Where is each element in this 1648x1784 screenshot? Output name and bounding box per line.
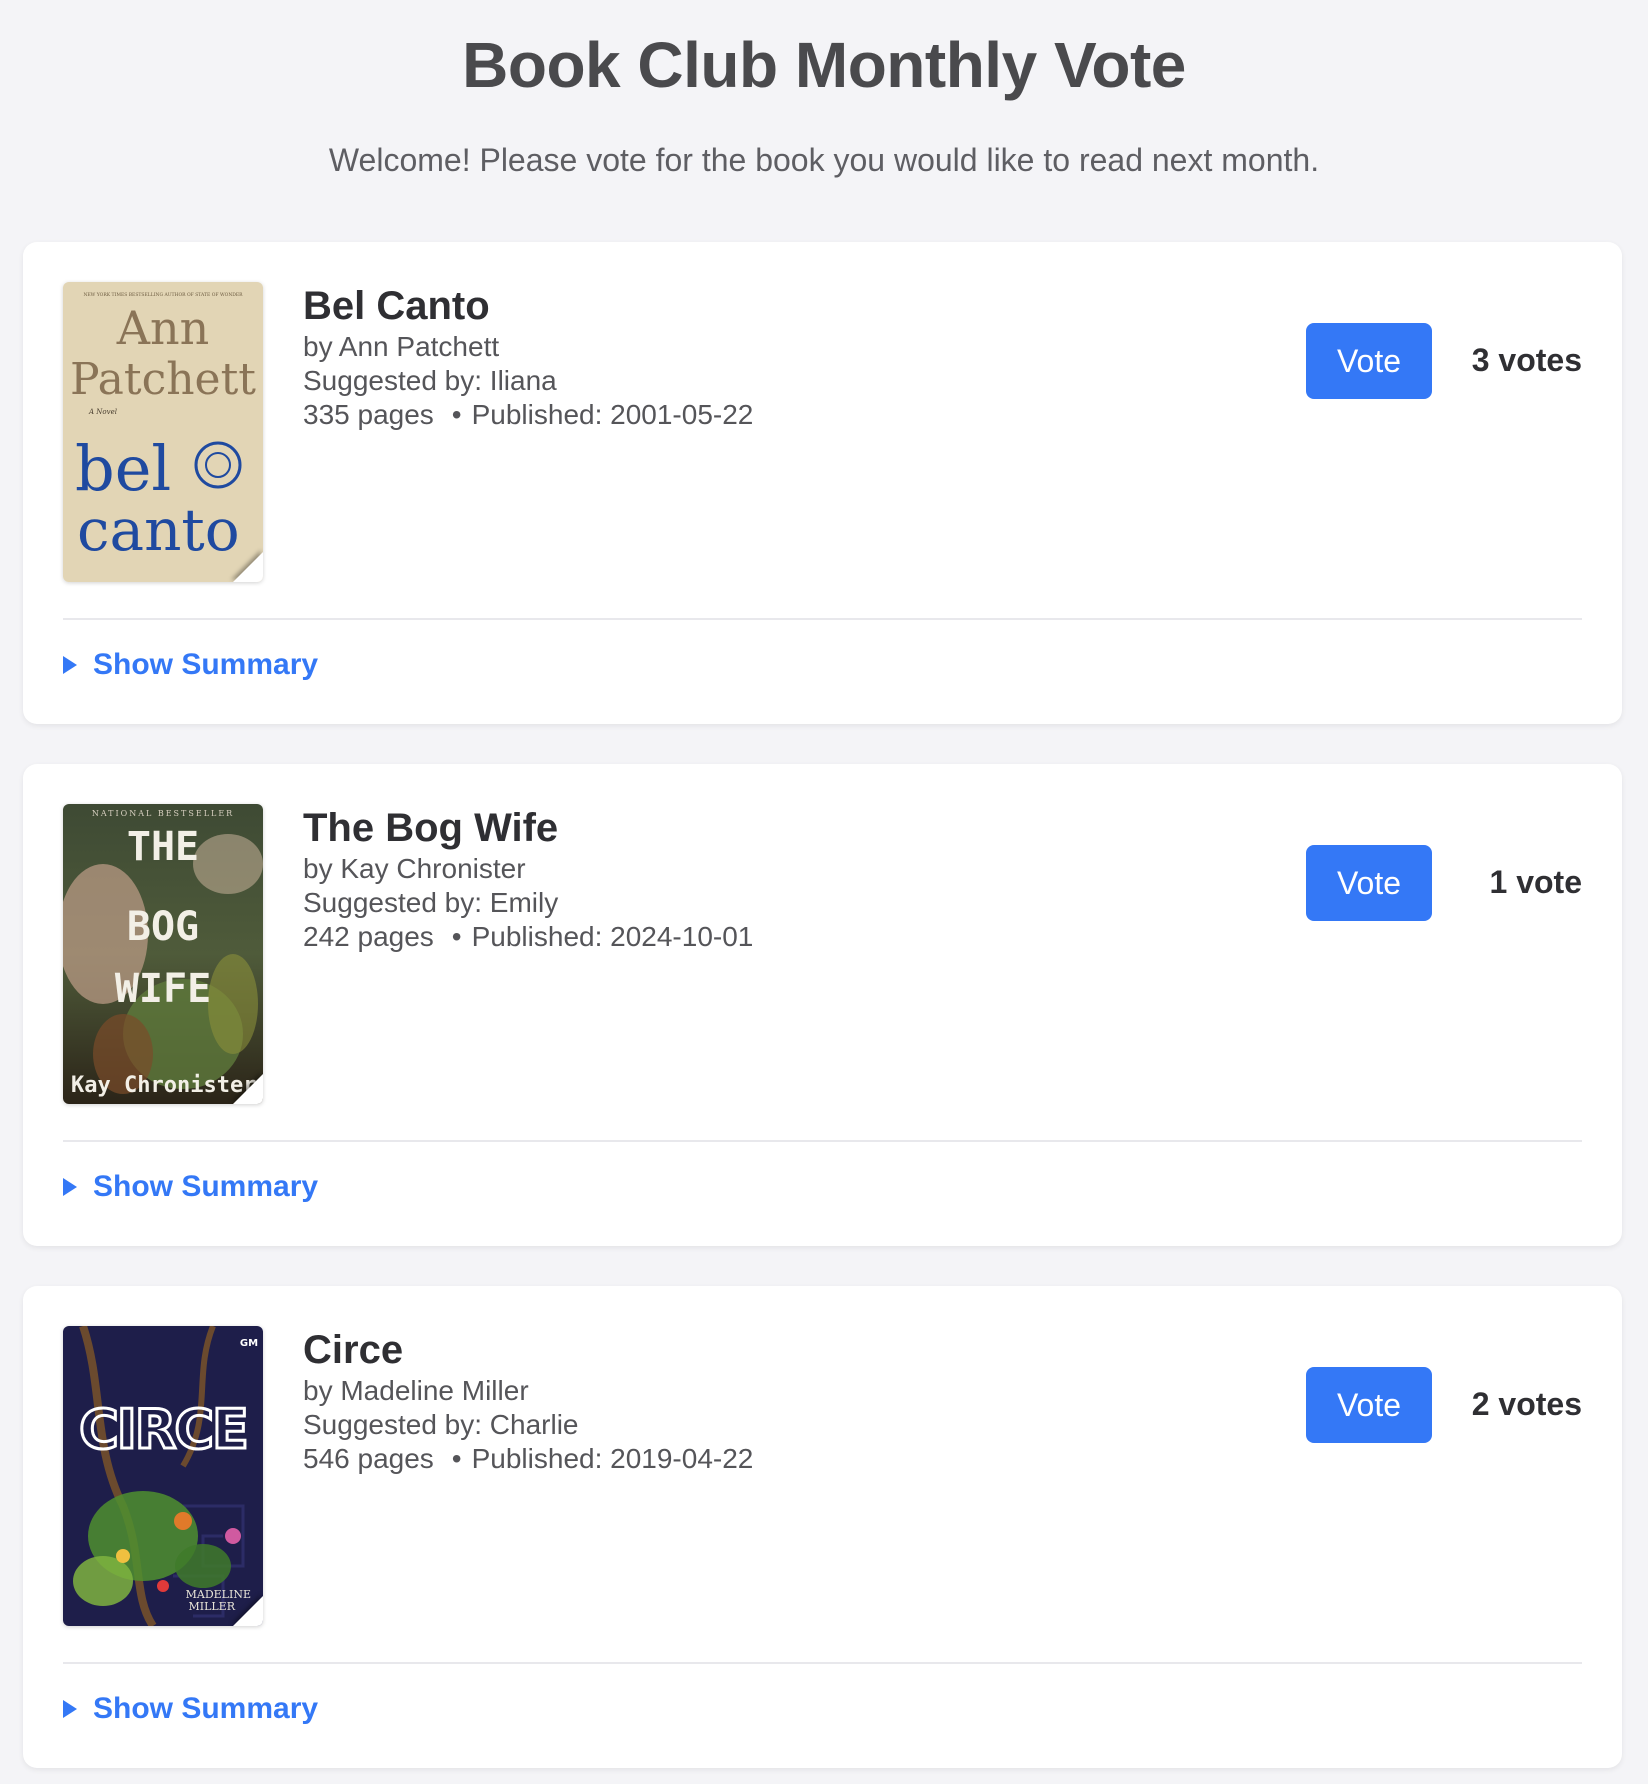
book-title: Circe (303, 1328, 404, 1372)
book-cover-image: NEW YORK TIMES BESTSELLING AUTHOR OF STA… (63, 282, 263, 582)
show-summary-toggle[interactable]: Show Summary (63, 1170, 318, 1204)
svg-text:Patchett: Patchett (70, 354, 256, 405)
book-pages: 242 pages (303, 921, 434, 952)
book-published: Published: 2024-10-01 (471, 921, 754, 952)
separator-dot: • (451, 1443, 462, 1474)
separator-dot: • (451, 399, 462, 430)
book-suggested-by: Suggested by: Emily (303, 887, 559, 918)
book-suggested-by: Suggested by: Iliana (303, 365, 557, 396)
svg-text:BOG: BOG (127, 904, 199, 950)
book-card-the-bog-wife: NATIONAL BESTSELLER THE BOG WIFE Kay Chr… (23, 764, 1622, 1246)
show-summary-label: Show Summary (93, 1170, 319, 1203)
svg-text:NEW YORK TIMES BESTSELLING AUT: NEW YORK TIMES BESTSELLING AUTHOR OF STA… (83, 292, 243, 298)
vote-count: 3 votes (1471, 342, 1582, 378)
divider (63, 1140, 1582, 1142)
svg-text:CIRCE: CIRCE (79, 1398, 247, 1461)
book-info: Bel Canto by Ann Patchett Suggested by: … (303, 282, 753, 432)
vote-count: 1 vote (1489, 864, 1582, 900)
show-summary-toggle[interactable]: Show Summary (63, 1692, 318, 1726)
svg-text:THE: THE (127, 824, 199, 870)
book-title: Bel Canto (303, 284, 490, 328)
book-details: 335 pages • Published: 2001-05-22 (303, 398, 753, 432)
book-author: by Ann Patchett (303, 331, 500, 362)
book-published: Published: 2001-05-22 (471, 399, 754, 430)
disclosure-triangle-icon (63, 1700, 77, 1718)
page-curl (233, 552, 263, 582)
separator-dot: • (451, 921, 462, 952)
svg-text:Kay Chronister: Kay Chronister (71, 1073, 256, 1098)
disclosure-triangle-icon (63, 656, 77, 674)
svg-text:A Novel: A Novel (88, 408, 117, 416)
disclosure-triangle-icon (63, 1178, 77, 1196)
book-details: 546 pages • Published: 2019-04-22 (303, 1442, 753, 1476)
book-author: by Kay Chronister (303, 853, 526, 884)
page-curl (233, 1074, 263, 1104)
svg-text:WIFE: WIFE (115, 966, 211, 1012)
book-info: The Bog Wife by Kay Chronister Suggested… (303, 804, 753, 954)
svg-text:Ann: Ann (116, 301, 209, 355)
vote-count: 2 votes (1471, 1386, 1582, 1422)
show-summary-label: Show Summary (93, 1692, 319, 1725)
book-cover-image: GM CIRCE MADELINE MILLER (63, 1326, 263, 1626)
vote-button[interactable]: Vote (1306, 845, 1432, 921)
page-curl (233, 1596, 263, 1626)
book-info: Circe by Madeline Miller Suggested by: C… (303, 1326, 753, 1476)
page-title: Book Club Monthly Vote (462, 29, 1186, 101)
book-card-bel-canto: NEW YORK TIMES BESTSELLING AUTHOR OF STA… (23, 242, 1622, 724)
page-subtitle: Welcome! Please vote for the book you wo… (328, 142, 1320, 178)
vote-button[interactable]: Vote (1306, 1367, 1432, 1443)
book-title: The Bog Wife (303, 806, 559, 850)
divider (63, 1662, 1582, 1664)
svg-text:NATIONAL BESTSELLER: NATIONAL BESTSELLER (92, 809, 234, 818)
vote-button[interactable]: Vote (1306, 323, 1432, 399)
svg-text:canto: canto (77, 496, 240, 564)
book-details: 242 pages • Published: 2024-10-01 (303, 920, 753, 954)
divider (63, 618, 1582, 620)
show-summary-label: Show Summary (93, 648, 319, 681)
book-suggested-by: Suggested by: Charlie (303, 1409, 579, 1440)
svg-text:MILLER: MILLER (188, 1600, 235, 1613)
book-pages: 335 pages (303, 399, 434, 430)
book-card-circe: GM CIRCE MADELINE MILLER Circe by Madeli… (23, 1286, 1622, 1768)
svg-text:bel: bel (75, 432, 171, 505)
book-pages: 546 pages (303, 1443, 434, 1474)
book-published: Published: 2019-04-22 (471, 1443, 754, 1474)
book-author: by Madeline Miller (303, 1375, 529, 1406)
show-summary-toggle[interactable]: Show Summary (63, 648, 318, 682)
svg-text:GM: GM (240, 1338, 258, 1349)
book-cover-image: NATIONAL BESTSELLER THE BOG WIFE Kay Chr… (63, 804, 263, 1104)
